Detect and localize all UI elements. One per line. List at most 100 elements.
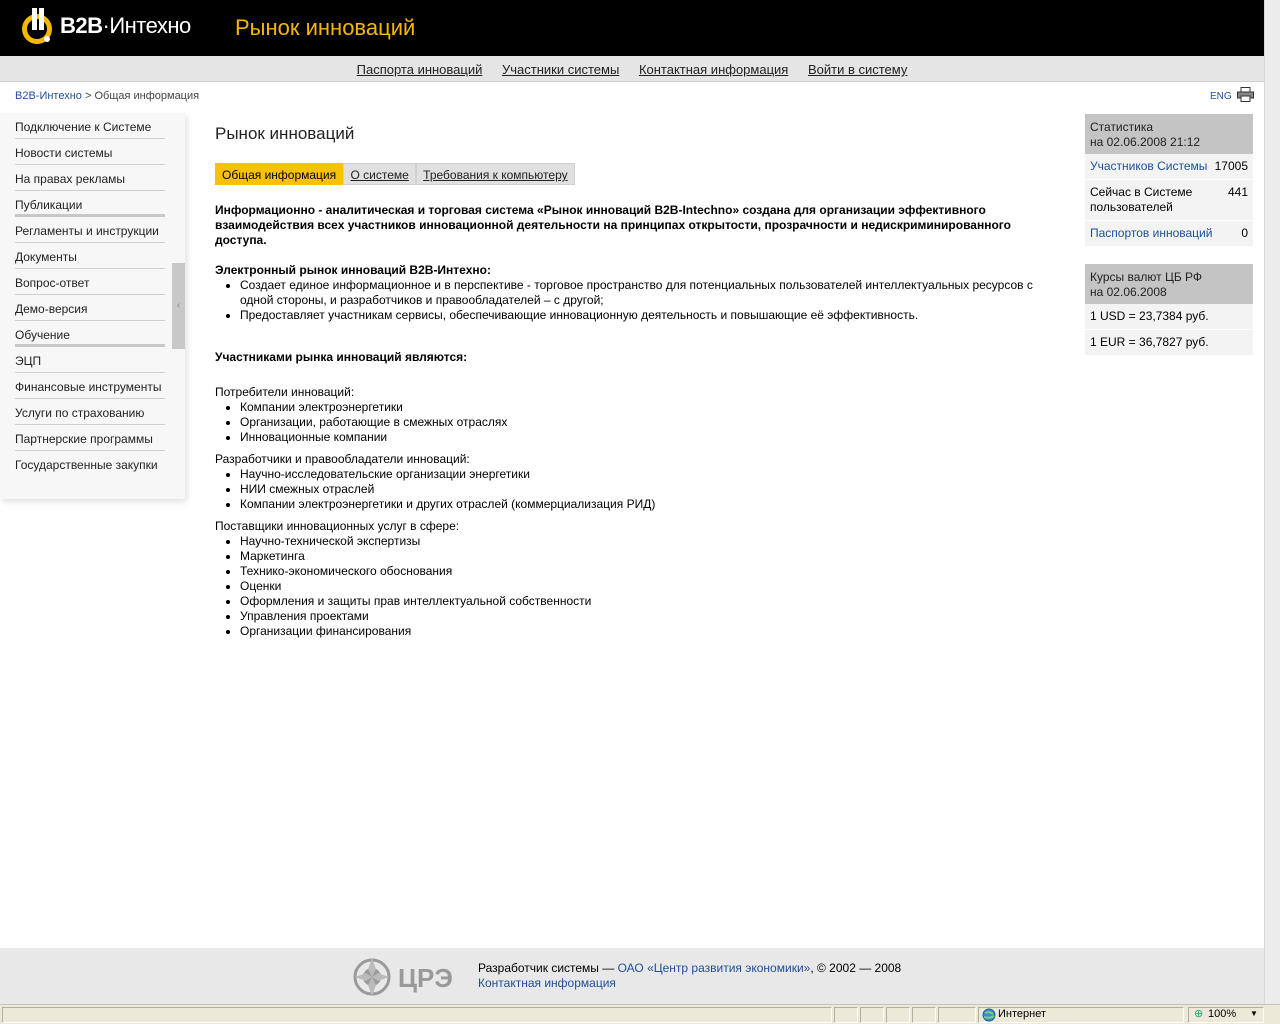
site-header: B2B·Интехно Рынок инноваций [0,0,1264,56]
sidebar-item-news[interactable]: Новости системы [15,139,165,165]
vertical-scrollbar[interactable] [1264,0,1280,1004]
list-item: Организации, работающие в смежных отрасл… [240,415,1065,430]
security-zone-label: Интернет [998,1008,1046,1020]
zoom-icon[interactable]: ⊕ [1194,1007,1203,1020]
list-item: Научно-технической экспертизы [240,534,1065,549]
sidebar-item-insurance[interactable]: Услуги по страхованию [15,399,165,425]
online-count: 441 [1227,185,1248,199]
sidebar-collapse-handle[interactable]: ‹ [172,263,185,349]
sidebar-item-ads[interactable]: На правах рекламы [15,165,165,191]
market-title: Электронный рынок инноваций B2B-Интехно: [215,263,491,277]
list-item: Оценки [240,579,1065,594]
logo-rest: ·Интехно [102,13,192,38]
nav-login[interactable]: Войти в систему [808,62,907,77]
rate-usd: 1 USD = 23,7384 руб. [1085,304,1253,330]
stat-row-online: Сейчас в Системе пользователей 441 [1085,180,1253,221]
participants-count: 17005 [1214,159,1248,173]
list-item: Организации финансирования [240,624,1065,639]
sidebar-item-faq[interactable]: Вопрос-ответ [15,269,165,295]
developers-list: Научно-исследовательские организации эне… [240,467,1065,512]
logo-bold: B2B [60,13,103,38]
zoom-level[interactable]: 100% [1208,1008,1236,1020]
sidebar-item-finance[interactable]: Финансовые инструменты [15,373,165,399]
list-item: Управления проектами [240,609,1065,624]
status-cell [912,1007,936,1023]
passports-link[interactable]: Паспортов инноваций [1090,226,1212,241]
sidebar-item-publications[interactable]: Публикации [15,191,165,217]
list-item: Создает единое информационное и в перспе… [240,278,1065,308]
sidebar-item-regulations[interactable]: Регламенты и инструкции [15,217,165,243]
globe-icon [982,1008,996,1022]
status-cell [938,1007,976,1023]
footer-dev-suffix: , © 2002 — 2008 [810,961,902,975]
online-label: Сейчас в Системе пользователей [1090,185,1193,214]
providers-list: Научно-технической экспертизы Маркетинга… [240,534,1065,639]
intro-text: Информационно - аналитическая и торговая… [215,203,1011,247]
passports-count: 0 [1241,226,1248,240]
tab-about-system[interactable]: О системе [343,163,416,185]
status-cell [886,1007,910,1023]
developers-title: Разработчики и правообладатели инноваций… [215,452,470,466]
list-item: Научно-исследовательские организации эне… [240,467,1065,482]
statistics-box: Статистика на 02.06.2008 21:12 Участнико… [1085,114,1253,247]
site-title: Рынок инноваций [235,15,416,40]
zoom-dropdown-icon[interactable]: ▼ [1250,1009,1258,1018]
participants-link[interactable]: Участников Системы [1090,159,1207,174]
statistics-header: Статистика на 02.06.2008 21:12 [1085,114,1253,154]
nav-contacts[interactable]: Контактная информация [639,62,788,77]
statistics-date: на 02.06.2008 21:12 [1090,135,1201,149]
breadcrumb: B2B-Интехно > Общая информация [15,90,199,102]
logo-icon[interactable] [20,5,56,47]
tab-requirements[interactable]: Требования к компьютеру [416,163,575,185]
consumers-list: Компании электроэнергетики Организации, … [240,400,1065,445]
nav-participants[interactable]: Участники системы [502,62,619,77]
footer-contact-link[interactable]: Контактная информация [478,976,616,990]
company-logo-icon[interactable]: ЦРЭ [352,955,462,999]
status-cell [834,1007,858,1023]
list-item: Компании электроэнергетики [240,400,1065,415]
rates-title: Курсы валют ЦБ РФ [1090,270,1203,284]
chevron-left-icon: ‹ [176,300,181,311]
sidebar-menu: Подключение к Системе Новости системы На… [0,113,185,499]
list-item: Предоставляет участникам сервисы, обеспе… [240,308,1065,323]
currency-rates-box: Курсы валют ЦБ РФ на 02.06.2008 1 USD = … [1085,264,1253,356]
printer-icon[interactable] [1237,87,1254,102]
language-switch[interactable]: ENG [1210,91,1232,102]
rates-date: на 02.06.2008 [1090,285,1167,299]
sidebar-item-partners[interactable]: Партнерские программы [15,425,165,451]
status-cell [860,1007,884,1023]
page-title: Рынок инноваций [215,124,355,143]
sidebar-item-training[interactable]: Обучение [15,321,165,347]
site-footer: ЦРЭ Разработчик системы — ОАО «Центр раз… [0,948,1264,1004]
providers-title: Поставщики инновационных услуг в сфере: [215,519,460,533]
tab-general-info[interactable]: Общая информация [215,163,344,185]
sidebar-item-procurement[interactable]: Государственные закупки [15,451,165,477]
stat-row-passports: Паспортов инноваций 0 [1085,221,1253,247]
list-item: Инновационные компании [240,430,1065,445]
main-content: Рынок инноваций Общая информация О систе… [215,124,1065,639]
market-list: Создает единое информационное и в перспе… [240,278,1065,323]
list-item: Маркетинга [240,549,1065,564]
rates-header: Курсы валют ЦБ РФ на 02.06.2008 [1085,264,1253,304]
sidebar-item-documents[interactable]: Документы [15,243,165,269]
status-message-cell [2,1007,832,1023]
list-item: Оформления и защиты прав интеллектуально… [240,594,1065,609]
footer-dev-link[interactable]: ОАО «Центр развития экономики» [618,961,811,975]
sidebar-item-connect[interactable]: Подключение к Системе [15,113,165,139]
breadcrumb-home[interactable]: B2B-Интехно [15,90,82,102]
list-item: НИИ смежных отраслей [240,482,1065,497]
sidebar-item-demo[interactable]: Демо-версия [15,295,165,321]
breadcrumb-current: > Общая информация [84,90,200,102]
list-item: Технико-экономического обоснования [240,564,1065,579]
rate-eur: 1 EUR = 36,7827 руб. [1085,330,1253,356]
footer-dev-prefix: Разработчик системы — [478,961,618,975]
footer-text: Разработчик системы — ОАО «Центр развити… [478,961,901,991]
logo-text[interactable]: B2B·Интехно [60,13,191,39]
nav-passports[interactable]: Паспорта инноваций [357,62,483,77]
consumers-title: Потребители инноваций: [215,385,355,399]
list-item: Компании электроэнергетики и других отра… [240,497,1065,512]
sidebar-item-signature[interactable]: ЭЦП [15,347,165,373]
top-navigation: Паспорта инноваций Участники системы Кон… [0,56,1264,82]
participants-title: Участниками рынка инноваций являются: [215,350,468,364]
tabs: Общая информация О системе Требования к … [215,163,1065,185]
